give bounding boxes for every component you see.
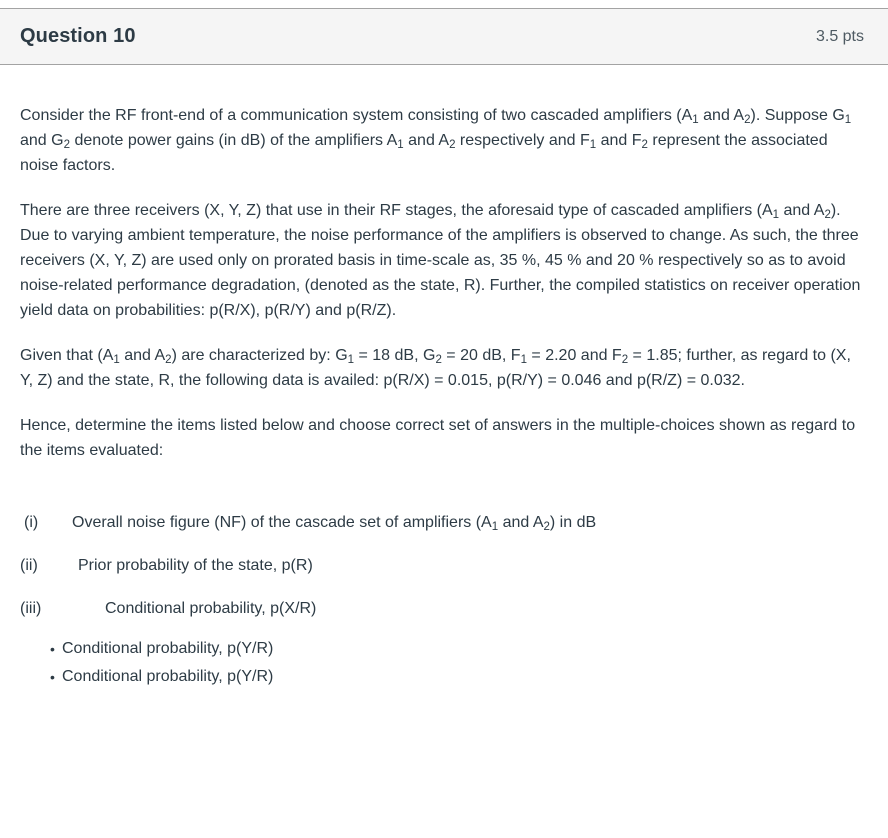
subscript: 1 (520, 354, 527, 367)
subscript: 1 (491, 521, 499, 534)
subscript: 1 (692, 114, 699, 127)
question-item-label: Conditional probability, p(X/R) (105, 600, 317, 617)
page-title: Question 10 (20, 25, 136, 47)
question-item: (ii) Prior probability of the state, p(R) (20, 553, 868, 578)
question-bullet-list: Conditional probability, p(Y/R)Condition… (20, 635, 868, 691)
question-item-marker: (ii) (20, 557, 38, 574)
question-paragraph: Consider the RF front-end of a communica… (20, 107, 852, 174)
question-items-list: (i) Overall noise figure (NF) of the casc… (20, 510, 868, 621)
question-item-label: Overall noise figure (NF) of the cascade… (72, 514, 597, 534)
question-container: Question 10 3.5 pts Consider the RF fron… (0, 8, 888, 691)
subscript: 2 (449, 139, 456, 152)
list-item: Conditional probability, p(Y/R) (50, 663, 868, 691)
subscript: 2 (824, 209, 831, 222)
subscript: 2 (63, 139, 70, 152)
subscript: 1 (772, 209, 780, 222)
question-header: Question 10 3.5 pts (0, 8, 888, 65)
subscript: 1 (844, 114, 852, 127)
question-item-label: Prior probability of the state, p(R) (78, 557, 313, 574)
subscript: 1 (589, 139, 597, 152)
body-top-spacer (20, 65, 868, 103)
list-item: Conditional probability, p(Y/R) (50, 635, 868, 663)
question-item-marker: (i) (24, 514, 39, 531)
subscript: 1 (347, 354, 355, 367)
subscript: 1 (397, 139, 404, 152)
question-paragraphs: Consider the RF front-end of a communica… (20, 103, 868, 463)
subscript: 1 (113, 354, 120, 367)
subscript: 2 (744, 114, 751, 127)
subscript: 2 (641, 139, 648, 152)
question-paragraph: Hence, determine the items listed below … (20, 417, 856, 459)
question-item: (i) Overall noise figure (NF) of the casc… (20, 510, 868, 535)
question-body: Consider the RF front-end of a communica… (0, 65, 888, 691)
question-item: (iii) Conditional probability, p(X/R) (20, 596, 868, 621)
question-paragraph: Given that (A1 and A2) are characterized… (20, 347, 851, 389)
question-points: 3.5 pts (815, 27, 864, 45)
question-item-marker: (iii) (20, 600, 42, 617)
subscript: 2 (165, 354, 172, 367)
subscript: 2 (435, 354, 442, 367)
subscript: 2 (543, 521, 550, 534)
subscript: 2 (621, 354, 629, 367)
question-paragraph: There are three receivers (X, Y, Z) that… (20, 202, 861, 319)
